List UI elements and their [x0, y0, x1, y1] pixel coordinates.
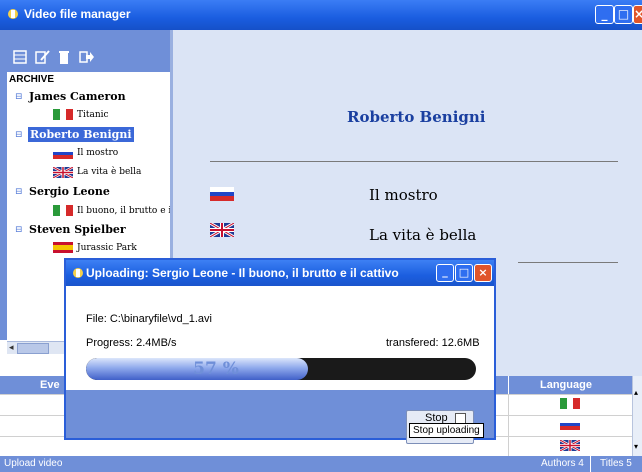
detail-film-title[interactable]: La vita è bella [369, 226, 476, 244]
app-icon [6, 7, 20, 21]
dialog-title: Uploading: Sergio Leone - Il buono, il b… [86, 266, 399, 280]
status-bar: Upload video Authors 4 Titles 5 [0, 456, 642, 472]
edit-icon[interactable] [34, 49, 50, 65]
tree-leaf-titanic[interactable]: Titanic [77, 110, 109, 120]
uk-flag-icon [53, 167, 73, 178]
russia-flag-icon [53, 148, 73, 159]
uk-flag-icon [559, 438, 581, 454]
italy-flag-icon [53, 205, 73, 216]
column-header-event[interactable]: Eve [40, 379, 60, 391]
export-icon[interactable] [78, 49, 94, 65]
detail-film-title[interactable]: Il mostro [369, 186, 438, 204]
upload-progress-bar: 57 % [86, 358, 476, 380]
column-divider [508, 394, 509, 456]
status-divider [590, 456, 591, 472]
scroll-up-icon[interactable]: ▴ [634, 388, 638, 397]
transferred-label: transfered: 12.6MB [386, 337, 480, 349]
separator-line [210, 161, 618, 162]
italy-flag-icon [53, 109, 73, 120]
status-text: Upload video [4, 458, 63, 469]
dialog-title-bar[interactable]: Uploading: Sergio Leone - Il buono, il b… [66, 260, 494, 286]
file-label: File: C:\binaryfile\vd_1.avi [86, 313, 212, 325]
app-icon [71, 266, 85, 283]
window-title: Video file manager [24, 7, 131, 21]
progress-rate-label: Progress: 2.4MB/s [86, 337, 177, 349]
stop-tooltip: Stop uploading [409, 423, 484, 438]
spain-flag-icon [53, 242, 73, 253]
expander-icon[interactable]: ⊟ [15, 187, 23, 197]
russia-flag-icon [210, 187, 234, 204]
table-icon[interactable] [12, 49, 28, 65]
uk-flag-icon [209, 221, 235, 240]
russia-flag-icon [560, 419, 580, 433]
scroll-left-icon[interactable]: ◂ [9, 343, 14, 353]
dialog-close-button[interactable]: × [474, 264, 492, 282]
italy-flag-icon [560, 398, 580, 412]
tree-node-steven-spielber[interactable]: Steven Spielber [29, 223, 126, 236]
progress-percent-text: 57 % [193, 359, 239, 379]
tree-leaf-la-vita-e-bella[interactable]: La vita è bella [77, 167, 141, 177]
close-button[interactable]: × [633, 5, 642, 24]
maximize-button[interactable]: □ [614, 5, 633, 24]
authors-count: Authors 4 [541, 458, 584, 469]
upload-dialog: Uploading: Sergio Leone - Il buono, il b… [64, 258, 496, 444]
minimize-button[interactable]: _ [595, 5, 614, 24]
detail-title: Roberto Benigni [347, 108, 486, 126]
expander-icon[interactable]: ⊟ [15, 130, 23, 140]
separator-line [518, 262, 618, 263]
tree-node-sergio-leone[interactable]: Sergio Leone [29, 185, 110, 198]
tree-leaf-jurassic-park[interactable]: Jurassic Park [77, 243, 137, 253]
dialog-minimize-button[interactable]: _ [436, 264, 454, 282]
tree-root-label: ARCHIVE [9, 74, 55, 85]
tree-leaf-il-mostro[interactable]: Il mostro [77, 148, 118, 158]
column-divider [508, 376, 509, 394]
expander-icon[interactable]: ⊟ [15, 92, 23, 102]
title-bar: Video file manager _ □ × [0, 0, 642, 30]
tree-node-james-cameron[interactable]: James Cameron [29, 90, 126, 103]
dialog-maximize-button[interactable]: □ [455, 264, 473, 282]
titles-count: Titles 5 [600, 458, 632, 469]
expander-icon[interactable]: ⊟ [15, 225, 23, 235]
column-header-language[interactable]: Language [540, 379, 592, 391]
scrollbar-thumb[interactable] [17, 343, 49, 354]
table-vertical-scrollbar[interactable]: ▴ ▾ [632, 376, 642, 456]
tree-node-roberto-benigni[interactable]: Roberto Benigni [28, 127, 134, 142]
scroll-down-icon[interactable]: ▾ [634, 442, 638, 451]
delete-icon[interactable] [56, 49, 72, 65]
